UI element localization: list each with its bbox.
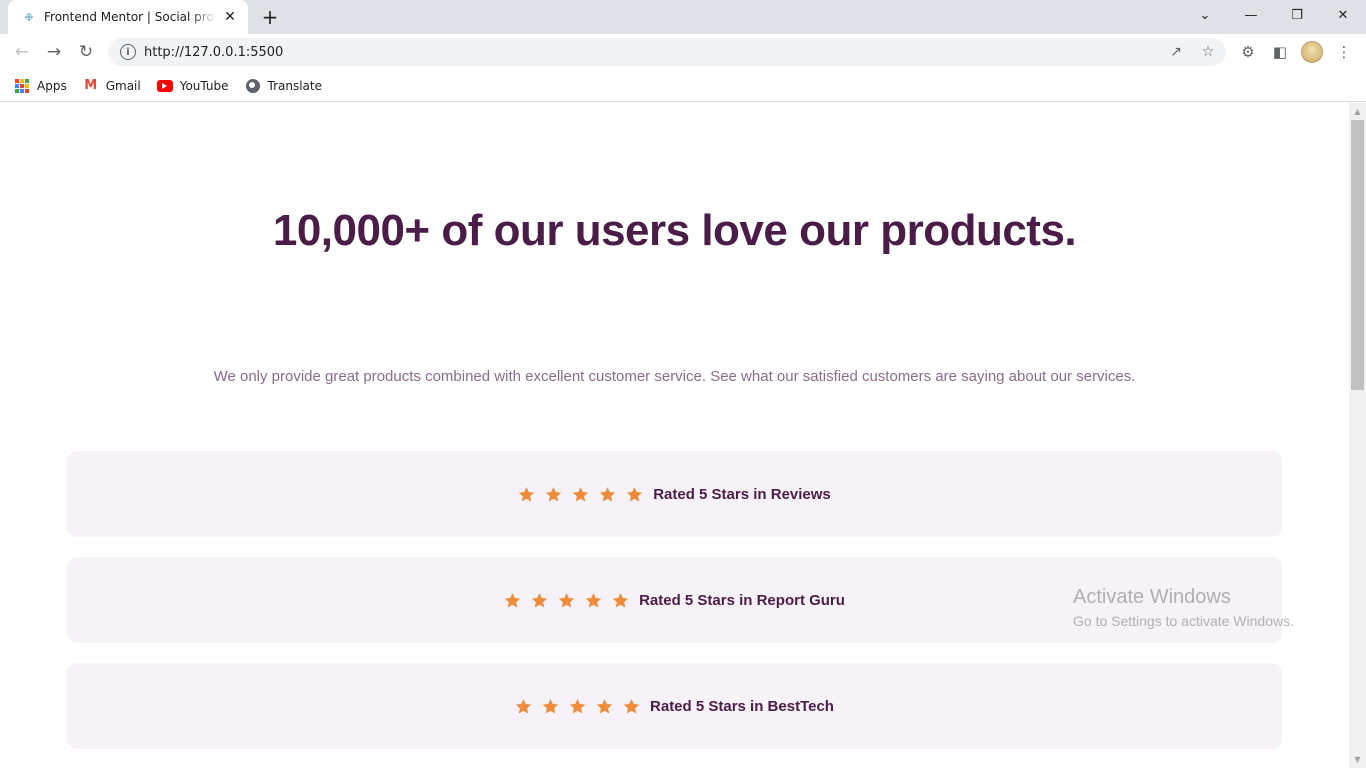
star-rating <box>518 486 643 503</box>
tab-title: Frontend Mentor | Social proof se <box>44 10 216 24</box>
address-bar[interactable]: i http://127.0.0.1:5500 ↗ ☆ <box>108 38 1226 66</box>
back-button[interactable]: ← <box>8 38 36 66</box>
gmail-icon: M <box>84 78 98 93</box>
activate-windows-watermark: Activate Windows Go to Settings to activ… <box>1073 586 1294 629</box>
star-icon <box>599 486 616 503</box>
site-info-icon[interactable]: i <box>120 44 136 60</box>
bookmark-label: Translate <box>267 78 323 93</box>
star-icon <box>545 486 562 503</box>
rating-label: Rated 5 Stars in Report Guru <box>639 591 845 609</box>
star-icon <box>558 592 575 609</box>
url-text[interactable]: http://127.0.0.1:5500 <box>144 45 1162 60</box>
restore-button[interactable]: ❐ <box>1274 0 1320 30</box>
forward-button[interactable]: → <box>40 38 68 66</box>
bookmark-gmail[interactable]: M Gmail <box>83 78 141 94</box>
bookmark-apps[interactable]: Apps <box>14 78 67 94</box>
rating-label: Rated 5 Stars in Reviews <box>653 485 831 503</box>
tab-search-icon[interactable]: ⌄ <box>1182 0 1228 30</box>
star-icon <box>542 698 559 715</box>
star-icon <box>585 592 602 609</box>
star-icon <box>596 698 613 715</box>
minimize-button[interactable]: — <box>1228 0 1274 30</box>
page-headline: 10,000+ of our users love our products. <box>272 206 1077 255</box>
share-icon[interactable]: ↗ <box>1162 38 1190 66</box>
page-intro: We only provide great products combined … <box>213 368 1136 385</box>
bookmark-label: YouTube <box>179 78 229 93</box>
menu-kebab-icon[interactable]: ⋮ <box>1330 38 1358 66</box>
bookmark-star-icon[interactable]: ☆ <box>1194 38 1222 66</box>
bookmark-translate[interactable]: Translate <box>245 78 323 94</box>
browser-tab[interactable]: ❉ Frontend Mentor | Social proof se ✕ <box>8 0 248 34</box>
scroll-thumb[interactable] <box>1351 120 1364 390</box>
globe-icon <box>245 78 261 94</box>
bookmark-youtube[interactable]: YouTube <box>156 78 229 94</box>
star-icon <box>515 698 532 715</box>
page-scrollbar[interactable]: ▲ ▼ <box>1349 103 1366 768</box>
close-window-button[interactable]: ✕ <box>1320 0 1366 30</box>
tab-strip: ❉ Frontend Mentor | Social proof se ✕ + … <box>0 0 1366 34</box>
rating-card: Rated 5 Stars in BestTech <box>67 663 1282 749</box>
watermark-title: Activate Windows <box>1073 586 1231 608</box>
star-icon <box>612 592 629 609</box>
star-icon <box>518 486 535 503</box>
star-icon <box>623 698 640 715</box>
page-viewport: 10,000+ of our users love our products. … <box>0 103 1349 768</box>
new-tab-button[interactable]: + <box>258 5 282 29</box>
scroll-down-arrow-icon[interactable]: ▼ <box>1349 751 1366 768</box>
star-icon <box>572 486 589 503</box>
extensions-icon[interactable]: ⚙ <box>1234 38 1262 66</box>
scroll-up-arrow-icon[interactable]: ▲ <box>1349 103 1366 120</box>
youtube-icon <box>156 78 173 94</box>
bookmark-label: Gmail <box>105 78 141 93</box>
bookmark-label: Apps <box>37 78 67 93</box>
watermark-subtitle: Go to Settings to activate Windows. <box>1073 613 1294 629</box>
browser-toolbar: ← → ↻ i http://127.0.0.1:5500 ↗ ☆ ⚙ ◧ ⋮ <box>0 34 1366 70</box>
fm-logo-icon: ❉ <box>24 10 34 24</box>
rating-card: Rated 5 Stars in Reviews <box>67 451 1282 537</box>
star-rating <box>515 698 640 715</box>
star-icon <box>569 698 586 715</box>
bookmarks-bar: Apps M Gmail YouTube Translate <box>0 70 1366 102</box>
apps-grid-icon <box>14 78 30 94</box>
side-panel-icon[interactable]: ◧ <box>1266 38 1294 66</box>
rating-label: Rated 5 Stars in BestTech <box>650 697 834 715</box>
star-rating <box>504 592 629 609</box>
star-icon <box>626 486 643 503</box>
reload-button[interactable]: ↻ <box>72 38 100 66</box>
star-icon <box>504 592 521 609</box>
star-icon <box>531 592 548 609</box>
close-tab-icon[interactable]: ✕ <box>222 9 238 25</box>
profile-avatar[interactable] <box>1301 41 1323 63</box>
